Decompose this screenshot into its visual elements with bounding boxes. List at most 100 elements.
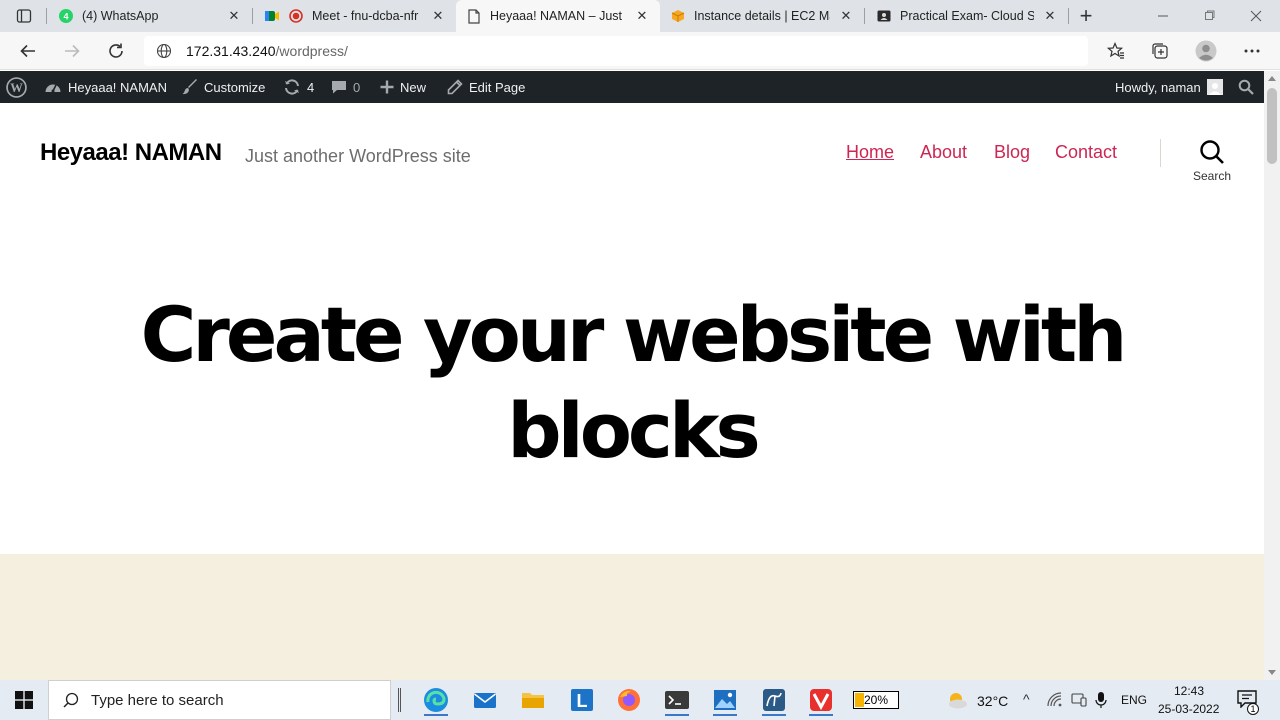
svg-text:4: 4 <box>63 12 68 22</box>
comment-bubble-icon <box>331 79 347 95</box>
close-tab-icon[interactable]: ✕ <box>1042 8 1058 24</box>
temperature-label[interactable]: 32°C <box>977 693 1008 709</box>
back-button[interactable] <box>13 36 43 66</box>
hero-line-2: blocks <box>507 386 760 475</box>
language-indicator[interactable]: ENG <box>1121 693 1147 707</box>
new-tab-button[interactable]: + <box>1074 4 1098 28</box>
updates-icon <box>283 79 301 95</box>
terminal-icon[interactable] <box>661 684 693 716</box>
svg-text:W: W <box>10 81 23 95</box>
taskbar-search-box[interactable]: Type here to search <box>48 680 391 720</box>
taskbar-search-placeholder: Type here to search <box>91 691 224 709</box>
mysql-workbench-icon[interactable] <box>758 684 790 716</box>
profile-icon[interactable] <box>1191 36 1221 66</box>
close-tab-icon[interactable]: ✕ <box>838 8 854 24</box>
page-icon <box>466 8 482 24</box>
nav-about[interactable]: About <box>920 142 967 163</box>
tab-wordpress-active[interactable]: Heyaaa! NAMAN – Just another WordPress s… <box>456 0 660 32</box>
photos-app-icon[interactable] <box>709 684 741 716</box>
dashboard-gauge-icon <box>44 79 62 95</box>
admin-comments[interactable]: 0 <box>331 71 360 103</box>
admin-updates[interactable]: 4 <box>283 71 314 103</box>
clock-time[interactable]: 12:43 <box>1174 684 1204 698</box>
vivaldi-app-icon[interactable] <box>805 684 837 716</box>
scrollbar-thumb[interactable] <box>1267 88 1277 164</box>
favorites-icon[interactable] <box>1101 36 1131 66</box>
wifi-icon[interactable] <box>1047 692 1063 713</box>
chevron-up-icon[interactable]: ^ <box>1023 691 1030 707</box>
scroll-down-arrow-icon[interactable] <box>1268 670 1276 675</box>
collections-icon[interactable] <box>1145 36 1175 66</box>
address-bar[interactable]: 172.31.43.240/wordpress/ <box>144 36 1088 66</box>
tab-practical-exam[interactable]: Practical Exam- Cloud Security ✕ <box>866 0 1068 32</box>
windows-start-icon[interactable] <box>0 680 48 720</box>
active-indicator <box>713 714 737 716</box>
comments-count: 0 <box>353 79 361 95</box>
nav-home[interactable]: Home <box>846 142 894 163</box>
admin-edit-page[interactable]: Edit Page <box>447 71 525 103</box>
hero-line-1: Create your website with <box>140 290 1128 379</box>
battery-fill <box>855 693 864 707</box>
refresh-button[interactable] <box>101 36 131 66</box>
header-divider <box>1160 139 1161 167</box>
tab-ec2[interactable]: Instance details | EC2 Management Consol… <box>660 0 864 32</box>
browser-tab-strip: 4 (4) WhatsApp ✕ Meet - fnu-dcba-nfr ✕ H… <box>0 0 1280 32</box>
browser-toolbar: 172.31.43.240/wordpress/ <box>0 32 1280 70</box>
maximize-button[interactable] <box>1186 0 1232 32</box>
more-menu-icon[interactable] <box>1237 36 1267 66</box>
close-tab-icon[interactable]: ✕ <box>226 8 242 24</box>
url-host: 172.31.43.240 <box>186 43 276 59</box>
plus-icon <box>380 80 394 94</box>
admin-new[interactable]: New <box>380 71 426 103</box>
customize-label: Customize <box>204 79 266 95</box>
admin-customize[interactable]: Customize <box>182 71 265 103</box>
updates-count: 4 <box>307 79 315 95</box>
paintbrush-icon <box>182 79 198 95</box>
new-label: New <box>400 79 427 95</box>
close-window-button[interactable] <box>1232 0 1280 32</box>
microphone-icon[interactable] <box>1095 691 1107 714</box>
clock-date[interactable]: 25-03-2022 <box>1158 702 1219 716</box>
search-toggle-button[interactable]: Search <box>1186 139 1238 189</box>
notification-center-icon[interactable]: 1 <box>1237 690 1259 715</box>
task-view-icon[interactable] <box>398 688 401 712</box>
edge-app-icon[interactable] <box>420 684 452 716</box>
page-scrollbar[interactable] <box>1264 71 1280 680</box>
l-app-icon[interactable]: L <box>566 684 598 716</box>
forward-button[interactable] <box>57 36 87 66</box>
tab-title: Instance details | EC2 Management Consol… <box>694 9 830 23</box>
tab-title: Meet - fnu-dcba-nfr <box>312 9 419 23</box>
howdy-label: Howdy, naman <box>1115 79 1201 95</box>
file-explorer-icon[interactable] <box>517 684 549 716</box>
tab-whatsapp[interactable]: 4 (4) WhatsApp ✕ <box>48 0 252 32</box>
active-indicator <box>762 714 786 716</box>
nav-blog[interactable]: Blog <box>994 142 1030 163</box>
tab-title: (4) WhatsApp <box>82 9 159 23</box>
site-title[interactable]: Heyaaa! NAMAN <box>40 139 222 167</box>
tab-actions-icon[interactable] <box>10 6 38 26</box>
url-path: /wordpress/ <box>275 43 348 59</box>
page-content: Heyaaa! NAMAN Just another WordPress sit… <box>0 103 1264 680</box>
firefox-icon[interactable] <box>613 684 645 716</box>
search-label: Search <box>1192 169 1232 183</box>
admin-my-account[interactable]: Howdy, naman <box>1115 71 1223 103</box>
wordpress-logo-icon[interactable]: W <box>6 71 27 103</box>
tab-separator <box>252 8 253 24</box>
tab-meet[interactable]: Meet - fnu-dcba-nfr ✕ <box>254 0 456 32</box>
admin-search-icon[interactable] <box>1238 71 1254 103</box>
active-indicator <box>424 714 448 716</box>
mail-app-icon[interactable] <box>469 684 501 716</box>
battery-meter-app[interactable]: 20% <box>852 684 900 716</box>
nav-contact[interactable]: Contact <box>1055 142 1117 163</box>
minimize-button[interactable] <box>1140 0 1186 32</box>
edit-page-label: Edit Page <box>469 79 526 95</box>
hero-heading: Create your website with blocks <box>0 287 1264 479</box>
admin-site-name[interactable]: Heyaaa! NAMAN <box>44 71 167 103</box>
scroll-up-arrow-icon[interactable] <box>1268 76 1276 81</box>
close-tab-icon[interactable]: ✕ <box>634 8 650 24</box>
close-tab-icon[interactable]: ✕ <box>430 8 446 24</box>
tab-separator <box>1068 8 1069 24</box>
weather-icon[interactable] <box>946 690 968 715</box>
screen-device-icon[interactable] <box>1071 692 1087 713</box>
wp-admin-bar: W Heyaaa! NAMAN Customize 4 0 New Edit P… <box>0 71 1280 103</box>
